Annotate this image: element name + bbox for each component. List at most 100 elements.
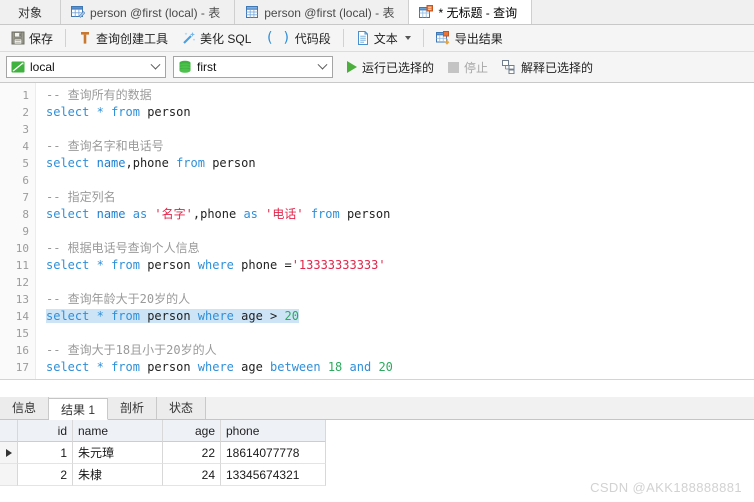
toolbar-separator-1 bbox=[65, 29, 67, 47]
cell-name[interactable]: 朱元璋 bbox=[73, 442, 163, 464]
line-text[interactable]: select * from person where age between 1… bbox=[36, 359, 393, 376]
line-number: 9 bbox=[22, 225, 29, 238]
editor-line[interactable]: 6 bbox=[0, 172, 754, 189]
editor-line[interactable]: 15 bbox=[0, 325, 754, 342]
navicat-query-window: 对象 person @first (local) - 表 person @fir… bbox=[0, 0, 754, 502]
column-header-age[interactable]: age bbox=[163, 420, 221, 442]
editor-line[interactable]: 16 -- 查询大于18且小于20岁的人 bbox=[0, 342, 754, 359]
cell-name[interactable]: 朱棣 bbox=[73, 464, 163, 486]
editor-line[interactable]: 3 bbox=[0, 121, 754, 138]
result-tab-2[interactable]: 剖析 bbox=[108, 397, 158, 419]
editor-line[interactable]: 10 -- 根据电话号查询个人信息 bbox=[0, 240, 754, 257]
code-token: from bbox=[310, 207, 340, 221]
run-selected-button[interactable]: 运行已选择的 bbox=[340, 56, 441, 78]
code-token: person bbox=[339, 207, 391, 221]
explain-selected-button[interactable]: 解释已选择的 bbox=[495, 56, 600, 78]
line-text[interactable]: select * from person where phone ='13333… bbox=[36, 257, 386, 274]
cell-id[interactable]: 1 bbox=[18, 442, 73, 464]
save-button[interactable]: 保存 bbox=[4, 27, 60, 49]
cell-id[interactable]: 2 bbox=[18, 464, 73, 486]
tab-person-table[interactable]: person @first (local) - 表 bbox=[235, 0, 410, 24]
line-number: 11 bbox=[15, 259, 29, 272]
editor-line[interactable]: 11 select * from person where phone ='133… bbox=[0, 257, 754, 274]
beautify-sql-button[interactable]: 美化 SQL bbox=[175, 27, 258, 49]
code-token: -- 根据电话号查询个人信息 bbox=[46, 241, 200, 255]
line-number: 6 bbox=[22, 174, 29, 187]
column-header-phone[interactable]: phone bbox=[221, 420, 326, 442]
code-token: '电话' bbox=[265, 207, 304, 221]
tab-person-table-editor[interactable]: person @first (local) - 表 bbox=[61, 0, 236, 24]
current-row-arrow-icon bbox=[5, 448, 12, 457]
editor-code-area[interactable]: 1 -- 查询所有的数据 2 select * from person 3 4 -- 查询名… bbox=[0, 83, 754, 379]
line-text[interactable]: -- 查询大于18且小于20岁的人 bbox=[36, 342, 217, 359]
database-select[interactable]: first bbox=[173, 56, 333, 78]
line-text[interactable]: -- 查询名字和电话号 bbox=[36, 138, 164, 155]
editor-line[interactable]: 7 -- 指定列名 bbox=[0, 189, 754, 206]
main-toolbar: 保存 查询创建工具 美化 SQL () 代码段 文本 导出结果 bbox=[0, 25, 754, 52]
line-text[interactable]: -- 指定列名 bbox=[36, 189, 116, 206]
toolbar-separator-2 bbox=[342, 29, 344, 47]
editor-line[interactable]: 4 -- 查询名字和电话号 bbox=[0, 138, 754, 155]
beautify-sql-label: 美化 SQL bbox=[200, 31, 252, 46]
editor-line[interactable]: 8 select name as '名字',phone as '电话' from … bbox=[0, 206, 754, 223]
line-text[interactable]: select * from person bbox=[36, 104, 191, 121]
stop-icon bbox=[448, 61, 460, 73]
query-builder-label: 查询创建工具 bbox=[96, 31, 169, 46]
code-token: where bbox=[197, 309, 234, 323]
line-text[interactable]: -- 根据电话号查询个人信息 bbox=[36, 240, 200, 257]
connection-dropdown-arrow[interactable] bbox=[147, 59, 163, 71]
line-text[interactable]: -- 查询年龄大于20岁的人 bbox=[36, 291, 190, 308]
line-text[interactable]: -- 查询所有的数据 bbox=[36, 87, 152, 104]
code-token: -- 查询年龄大于20岁的人 bbox=[46, 292, 191, 306]
chevron-down-icon[interactable] bbox=[404, 36, 411, 40]
row-marker-cell[interactable] bbox=[0, 442, 18, 464]
line-text[interactable]: select name as '名字',phone as '电话' from p… bbox=[36, 206, 390, 223]
cell-phone[interactable]: 18614077778 bbox=[221, 442, 326, 464]
export-icon bbox=[435, 31, 451, 45]
line-text[interactable]: select name,phone from person bbox=[36, 155, 256, 172]
query-icon bbox=[419, 5, 434, 19]
code-token: 20 bbox=[284, 309, 299, 323]
window-tabstrip: 对象 person @first (local) - 表 person @fir… bbox=[0, 0, 754, 25]
line-number: 14 bbox=[15, 310, 29, 323]
query-builder-button[interactable]: 查询创建工具 bbox=[71, 27, 175, 49]
line-text[interactable]: select * from person where age > 20 bbox=[36, 308, 299, 325]
result-tab-1[interactable]: 结果 1 bbox=[49, 398, 109, 420]
code-token: where bbox=[197, 360, 234, 374]
editor-line[interactable]: 17 select * from person where age between… bbox=[0, 359, 754, 376]
table-row[interactable]: 1 朱元璋 22 18614077778 bbox=[0, 442, 754, 464]
editor-line[interactable]: 5 select name,phone from person bbox=[0, 155, 754, 172]
stop-button[interactable]: 停止 bbox=[441, 56, 495, 78]
result-tab-3[interactable]: 状态 bbox=[157, 397, 207, 419]
code-token: -- 查询名字和电话号 bbox=[46, 139, 164, 153]
code-token: from bbox=[111, 309, 140, 323]
connection-value: local bbox=[30, 60, 55, 74]
code-token: select bbox=[46, 360, 90, 374]
row-marker-cell[interactable] bbox=[0, 464, 18, 486]
cell-phone[interactable]: 13345674321 bbox=[221, 464, 326, 486]
export-result-button[interactable]: 导出结果 bbox=[429, 27, 510, 49]
cell-age[interactable]: 24 bbox=[163, 464, 221, 486]
result-tab-0[interactable]: 信息 bbox=[0, 397, 50, 419]
sql-editor[interactable]: 1 -- 查询所有的数据 2 select * from person 3 4 -- 查询名… bbox=[0, 83, 754, 380]
result-grid[interactable]: id name age phone 1 朱元璋 22 18614077778 2 朱棣 24… bbox=[0, 420, 754, 486]
cell-age[interactable]: 22 bbox=[163, 442, 221, 464]
editor-line[interactable]: 9 bbox=[0, 223, 754, 240]
editor-line[interactable]: 2 select * from person bbox=[0, 104, 754, 121]
tab-person-table-label: person @first (local) - 表 bbox=[264, 5, 395, 20]
editor-line[interactable]: 12 bbox=[0, 274, 754, 291]
editor-line[interactable]: 14 select * from person where age > 20 bbox=[0, 308, 754, 325]
editor-line[interactable]: 13 -- 查询年龄大于20岁的人 bbox=[0, 291, 754, 308]
line-number: 12 bbox=[15, 276, 29, 289]
tab-untitled-query[interactable]: * 无标题 - 查询 bbox=[409, 0, 533, 24]
column-header-name[interactable]: name bbox=[73, 420, 163, 442]
code-token: from bbox=[111, 360, 140, 374]
snippet-button[interactable]: ( ) 代码段 bbox=[258, 27, 337, 49]
text-mode-button[interactable]: 文本 bbox=[349, 27, 418, 49]
column-header-id[interactable]: id bbox=[18, 420, 73, 442]
database-dropdown-arrow[interactable] bbox=[314, 59, 330, 71]
tab-objects[interactable]: 对象 bbox=[0, 0, 62, 24]
connection-select[interactable]: local bbox=[6, 56, 166, 78]
editor-line[interactable]: 1 -- 查询所有的数据 bbox=[0, 87, 754, 104]
